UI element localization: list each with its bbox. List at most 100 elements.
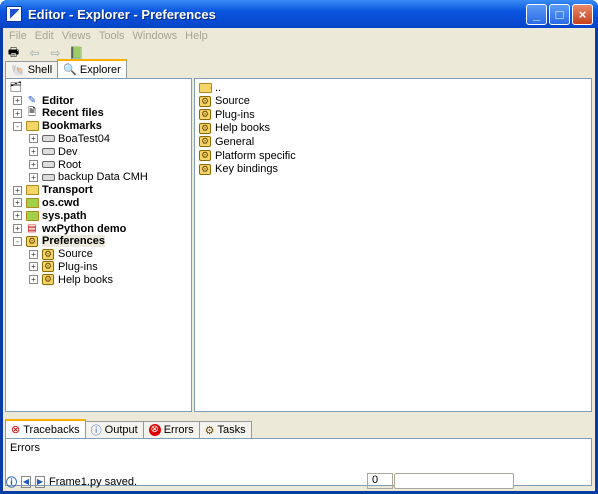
tree-item[interactable]: + sys.path (13, 209, 87, 222)
forward-arrow-icon[interactable]: ⇨ (48, 46, 63, 60)
maximize-button[interactable]: □ (549, 4, 570, 25)
title-bar[interactable]: Editor - Explorer - Preferences _ □ × (0, 0, 598, 28)
expand-icon[interactable]: + (13, 185, 22, 195)
list-item[interactable]: ⚙ Key bindings (198, 163, 278, 176)
tree-item[interactable]: + ⚙ Help books (29, 273, 113, 286)
tree-item[interactable]: + ⚙ Source (29, 248, 93, 261)
tree-item[interactable]: + os.cwd (13, 196, 79, 209)
tree-item[interactable]: + 🗎 Recent files (13, 107, 104, 120)
info-icon: ⓘ (6, 476, 17, 489)
drive-icon (41, 146, 55, 158)
top-tabs: 🐚 Shell 🔍 Explorer (5, 59, 127, 79)
next-status-button[interactable]: ▶ (35, 475, 45, 488)
tree-item[interactable]: + ▤ wxPython demo (13, 222, 126, 235)
tab-errors[interactable]: ⊗ Errors (142, 421, 200, 438)
tree-item[interactable]: + Dev (29, 145, 78, 158)
menu-bar: File Edit Views Tools Windows Help (3, 28, 595, 44)
expand-icon[interactable]: + (13, 96, 22, 105)
expand-icon[interactable]: + (29, 275, 38, 285)
tab-output[interactable]: ⓘ Output (84, 421, 144, 438)
expand-icon[interactable]: + (29, 147, 38, 157)
demo-icon: ▤ (27, 223, 37, 234)
list-item-label: Key bindings (215, 163, 278, 176)
back-arrow-icon[interactable]: ⇦ (27, 46, 42, 60)
explorer-tree[interactable]: 🗂 + ✎ Editor + 🗎 Recent files - Bookmarks + BoaTe… (5, 78, 192, 412)
expand-icon[interactable]: + (29, 134, 38, 144)
tree-item[interactable]: + BoaTest04 (29, 132, 110, 145)
expand-icon[interactable]: + (29, 262, 38, 272)
tree-item-label: BoaTest04 (58, 132, 110, 145)
expand-icon[interactable]: + (29, 160, 38, 169)
tree-item-label: Dev (58, 145, 78, 158)
gear-icon: ⚙ (199, 95, 211, 107)
gear-icon: ⚙ (199, 109, 211, 121)
expand-icon[interactable]: + (13, 198, 22, 208)
list-item-label: Source (215, 95, 250, 108)
status-bar: ⓘ ◀ ▶ Frame1.py saved. 0 (3, 472, 595, 491)
list-item-label: General (215, 135, 255, 148)
tree-item[interactable]: + Transport (13, 184, 93, 197)
shell-icon: 🐚 (11, 64, 25, 77)
gear-icon: ⚙ (42, 274, 54, 286)
drive-icon (41, 133, 55, 145)
client-area: File Edit Views Tools Windows Help 🖶 ⇦ ⇨ 📗 🐚 S… (3, 28, 595, 491)
menu-help[interactable]: Help (181, 28, 212, 44)
preferences-icon: ⚙ (199, 163, 211, 175)
folder-icon (25, 120, 39, 132)
tree-item[interactable]: - ⚙ Preferences (13, 235, 105, 248)
gear-icon: ⚙ (42, 261, 54, 273)
expand-icon[interactable]: + (13, 224, 22, 233)
list-item[interactable]: ⚙ General (198, 135, 254, 148)
book-icon[interactable]: 📗 (69, 46, 84, 60)
tree-item-label: Root (58, 158, 82, 171)
tree-root-icon: 🗂 (9, 82, 23, 93)
gear-icon: ⚙ (42, 248, 54, 260)
list-item[interactable]: ⚙ Platform specific (198, 149, 296, 162)
close-button[interactable]: × (572, 4, 593, 25)
tab-shell[interactable]: 🐚 Shell (5, 61, 59, 78)
error-icon: ⊗ (148, 424, 161, 436)
list-item[interactable]: ⚙ Plug-ins (198, 108, 255, 121)
minimize-button[interactable]: _ (526, 4, 547, 25)
expand-icon[interactable]: + (29, 249, 38, 259)
list-item[interactable]: ⚙ Source (198, 95, 250, 108)
tree-item[interactable]: + ⚙ Plug-ins (29, 260, 98, 273)
list-item-label: Platform specific (215, 149, 296, 162)
tab-tracebacks[interactable]: ⊗ Tracebacks (5, 419, 86, 438)
list-item[interactable]: .. (198, 81, 221, 94)
explorer-icon: 🔍 (63, 64, 77, 76)
list-item-label: Plug-ins (215, 108, 255, 121)
window-title: Editor - Explorer - Preferences (28, 6, 216, 22)
explorer-list[interactable]: .. ⚙ Source ⚙ Plug-ins ⚙ Help books ⚙ General ⚙ Pl… (194, 78, 592, 412)
folder-up-icon (198, 82, 212, 94)
shell-toolbar-icon[interactable]: 🖶 (6, 45, 21, 60)
expand-icon[interactable]: + (29, 172, 38, 182)
prev-status-button[interactable]: ◀ (21, 475, 31, 488)
list-item-label: Help books (215, 122, 271, 135)
tree-item-label: Editor (42, 94, 74, 107)
tree-item[interactable]: + backup Data CMH (29, 171, 148, 184)
tree-item-label: Transport (42, 184, 93, 197)
status-line: 0 (367, 473, 393, 489)
expand-icon[interactable]: + (13, 108, 22, 118)
tree-item-label: backup Data CMH (58, 171, 148, 184)
info-icon: ⓘ (90, 425, 102, 437)
list-item[interactable]: ⚙ Help books (198, 122, 270, 135)
tab-explorer[interactable]: 🔍 Explorer (57, 59, 127, 78)
tree-item[interactable]: - Bookmarks (13, 120, 102, 133)
gear-icon: ⚙ (199, 122, 211, 134)
collapse-icon[interactable]: - (13, 121, 22, 131)
tree-item-label: sys.path (42, 209, 87, 222)
menu-tools[interactable]: Tools (95, 28, 129, 44)
tree-item[interactable]: + ✎ Editor (13, 94, 74, 107)
status-field[interactable] (394, 473, 514, 489)
tree-item-label: wxPython demo (42, 222, 127, 235)
menu-views[interactable]: Views (58, 28, 95, 44)
collapse-icon[interactable]: - (13, 236, 22, 246)
expand-icon[interactable]: + (13, 211, 22, 221)
app-icon (6, 6, 22, 22)
tab-tasks[interactable]: ⚙ Tasks (198, 421, 252, 438)
tree-item[interactable]: + Root (29, 158, 81, 171)
menu-edit[interactable]: Edit (31, 28, 58, 44)
menu-windows[interactable]: Windows (129, 28, 182, 44)
